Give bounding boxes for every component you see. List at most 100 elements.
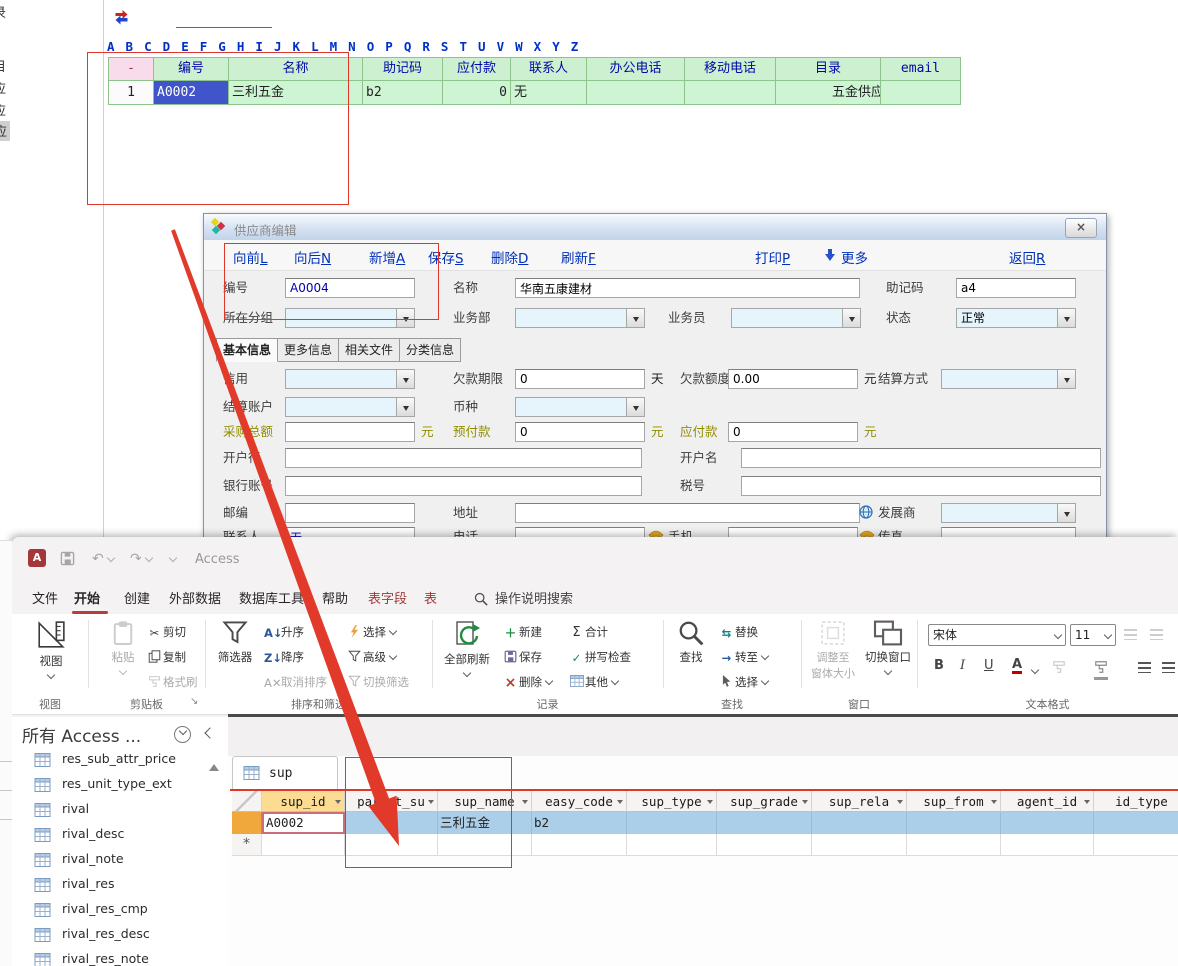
cell-email[interactable]: [881, 81, 961, 105]
close-icon[interactable]: ×: [1065, 218, 1097, 238]
cell-sup_type[interactable]: [627, 812, 717, 834]
more-button[interactable]: 更多: [841, 247, 868, 267]
redo-icon[interactable]: ↷: [130, 551, 152, 567]
cut-button[interactable]: ✂剪切: [146, 624, 186, 640]
print-button[interactable]: 打印P: [755, 247, 790, 267]
salesman-combo[interactable]: [731, 308, 861, 328]
totals-button[interactable]: Σ合计: [568, 624, 608, 640]
font-size-combo[interactable]: 11: [1070, 624, 1116, 646]
new-record-cell[interactable]: [532, 834, 627, 856]
goto-button[interactable]: →转至: [718, 649, 768, 665]
column-header-sup_grade[interactable]: sup_grade: [717, 790, 812, 812]
align-left-icon[interactable]: [1138, 662, 1151, 676]
tab-help[interactable]: 帮助: [322, 589, 348, 611]
chevron-down-icon[interactable]: [626, 309, 644, 327]
chevron-down-icon[interactable]: [1032, 664, 1038, 678]
grid-header-catalog[interactable]: 目录: [776, 58, 881, 81]
column-header-sup_from[interactable]: sup_from: [907, 790, 1001, 812]
nav-item-rival_res_cmp[interactable]: rival_res_cmp: [12, 897, 228, 922]
font-name-combo[interactable]: 宋体: [928, 624, 1066, 646]
currency-combo[interactable]: [515, 397, 645, 417]
spelling-button[interactable]: ✓拼写检查: [568, 649, 631, 665]
chevron-down-icon[interactable]: [1057, 504, 1075, 522]
chevron-down-icon[interactable]: [396, 370, 414, 388]
cell-payable[interactable]: 0: [443, 81, 511, 105]
back-button[interactable]: 返回R: [1009, 247, 1045, 267]
cell-contact[interactable]: 无: [511, 81, 587, 105]
new-record-cell[interactable]: [717, 834, 812, 856]
scroll-up-icon[interactable]: [209, 759, 219, 771]
status-combo[interactable]: 正常: [956, 308, 1076, 328]
tab-create[interactable]: 创建: [124, 589, 150, 611]
name-input[interactable]: [515, 278, 860, 298]
nav-item-rival_res[interactable]: rival_res: [12, 872, 228, 897]
nav-item-res_sub_attr_price[interactable]: res_sub_attr_price: [12, 747, 228, 772]
dialog-launcher-icon[interactable]: ↘: [190, 696, 198, 707]
new-record-selector[interactable]: *: [232, 834, 262, 856]
highlighter-icon[interactable]: [1052, 660, 1066, 677]
select-button[interactable]: 选择: [718, 674, 768, 691]
tab-external-data[interactable]: 外部数据: [169, 589, 221, 611]
delete-record-button[interactable]: ×删除: [502, 674, 552, 691]
tax-no-input[interactable]: [741, 476, 1101, 496]
cell-sup_grade[interactable]: [717, 812, 812, 834]
grid-header-email[interactable]: email: [881, 58, 961, 81]
view-button[interactable]: 视图: [28, 620, 74, 683]
tab-more-info[interactable]: 更多信息: [278, 338, 339, 362]
document-tab-sup[interactable]: sup: [232, 756, 338, 791]
italic-button[interactable]: I: [960, 658, 965, 673]
quick-access-customize-icon[interactable]: [170, 551, 176, 567]
nav-item-rival_res_desc[interactable]: rival_res_desc: [12, 922, 228, 947]
more-records-button[interactable]: 其他: [568, 674, 618, 690]
nav-item-rival[interactable]: rival: [12, 797, 228, 822]
cell-agent_id[interactable]: [1001, 812, 1094, 834]
find-button[interactable]: 查找: [668, 620, 714, 665]
bold-button[interactable]: B: [934, 658, 944, 673]
cell-easy_code[interactable]: b2: [532, 812, 627, 834]
dept-combo[interactable]: [515, 308, 645, 328]
grid-header-mobile[interactable]: 移动电话: [685, 58, 776, 81]
column-header-sup_type[interactable]: sup_type: [627, 790, 717, 812]
dialog-titlebar[interactable]: 供应商编辑 ×: [204, 214, 1106, 241]
column-header-sup_rela[interactable]: sup_rela: [812, 790, 907, 812]
paste-button[interactable]: 粘贴: [102, 620, 144, 679]
collapse-pane-icon[interactable]: [204, 727, 215, 738]
mnemonic-input[interactable]: [956, 278, 1076, 298]
cell-id_type[interactable]: [1094, 812, 1178, 834]
chevron-down-icon[interactable]: [1057, 309, 1075, 327]
new-record-cell[interactable]: [627, 834, 717, 856]
credit-combo[interactable]: [285, 369, 415, 389]
sort-ascending-button[interactable]: A↓升序: [264, 624, 304, 640]
toggle-filter-button[interactable]: 切换筛选: [346, 674, 409, 691]
sort-descending-button[interactable]: Z↓降序: [264, 649, 304, 665]
developer-combo[interactable]: [941, 503, 1076, 523]
format-painter-button[interactable]: 格式刷: [146, 674, 198, 691]
save-record-button[interactable]: 保存: [502, 649, 542, 666]
grid-header-payable[interactable]: 应付款: [443, 58, 511, 81]
remove-sort-button[interactable]: A✕取消排序: [264, 674, 327, 690]
debt-days-input[interactable]: [515, 369, 645, 389]
cell-office-phone[interactable]: [587, 81, 685, 105]
new-record-cell[interactable]: [262, 834, 345, 856]
tab-basic-info[interactable]: 基本信息: [216, 338, 278, 362]
undo-icon[interactable]: ↶: [92, 551, 114, 567]
record-selector[interactable]: [232, 812, 262, 834]
debt-limit-input[interactable]: [728, 369, 858, 389]
settle-method-combo[interactable]: [941, 369, 1076, 389]
cell-sup_from[interactable]: [907, 812, 1001, 834]
sync-arrows-icon[interactable]: [112, 8, 131, 28]
filter-button[interactable]: 筛选器: [210, 620, 260, 665]
chevron-down-icon[interactable]: [396, 398, 414, 416]
new-record-button[interactable]: ＋新建: [502, 624, 542, 641]
underline-button[interactable]: U: [984, 658, 994, 673]
nav-item-rival_res_note[interactable]: rival_res_note: [12, 947, 228, 966]
copy-button[interactable]: 复制: [146, 649, 186, 666]
column-header-sup_id[interactable]: sup_id: [262, 790, 345, 812]
cell-mnemonic[interactable]: b2: [363, 81, 443, 105]
address-input[interactable]: [515, 503, 860, 523]
nav-item-res_unit_type_ext[interactable]: res_unit_type_ext: [12, 772, 228, 797]
save-icon[interactable]: [60, 551, 75, 570]
purchase-total-input[interactable]: [285, 422, 415, 442]
nav-item-rival_note[interactable]: rival_note: [12, 847, 228, 872]
replace-button[interactable]: ⇆替换: [718, 624, 758, 640]
